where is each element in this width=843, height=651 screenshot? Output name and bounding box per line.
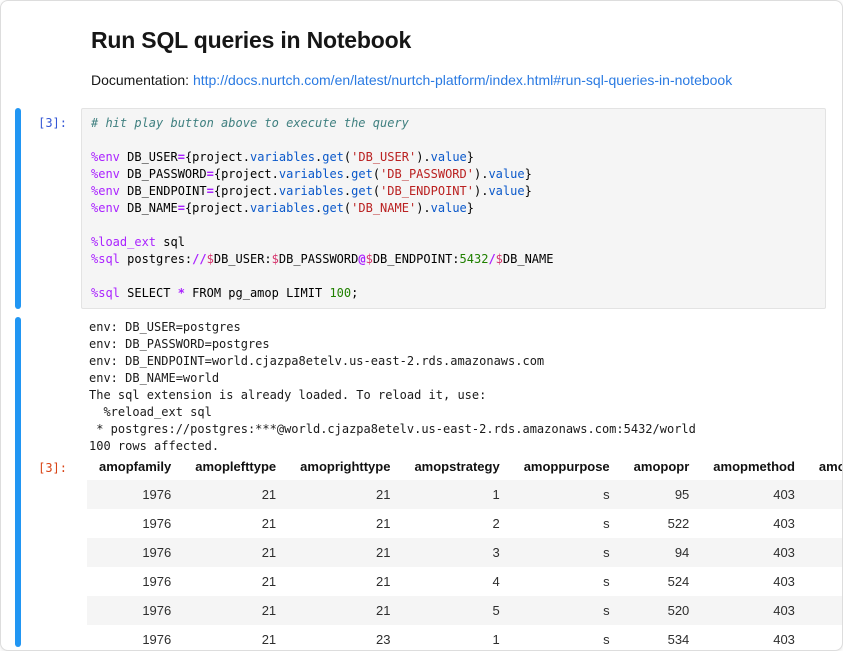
table-cell: 3 (402, 538, 511, 567)
code-line: # hit play button above to execute the q… (91, 115, 816, 132)
table-cell: s (512, 567, 622, 596)
table-row: 197621213s944030 (87, 538, 842, 567)
table-row: 197621211s954030 (87, 480, 842, 509)
table-cell: 21 (183, 596, 288, 625)
table-cell: 5 (402, 596, 511, 625)
table-row: 197621215s5204030 (87, 596, 842, 625)
table-cell: 0 (807, 509, 842, 538)
table-cell: 1 (402, 480, 511, 509)
table-cell: 0 (807, 567, 842, 596)
table-cell: s (512, 538, 622, 567)
table-cell: 1976 (87, 538, 183, 567)
output-prompt: [3]: (21, 455, 81, 475)
table-cell: 1976 (87, 567, 183, 596)
table-cell: 403 (701, 567, 807, 596)
column-header: amopstrategy (402, 455, 511, 480)
code-cell: [3]: # hit play button above to execute … (1, 108, 842, 309)
table-cell: 1976 (87, 596, 183, 625)
table-cell: 21 (183, 625, 288, 647)
table-cell: 21 (288, 596, 402, 625)
table-cell: 524 (622, 567, 702, 596)
documentation-label: Documentation: (91, 72, 193, 88)
table-cell: 21 (183, 480, 288, 509)
table-row: 197621212s5224030 (87, 509, 842, 538)
code-line (91, 217, 816, 234)
table-cell: 21 (288, 538, 402, 567)
column-header: amopopr (622, 455, 702, 480)
table-cell: 21 (288, 509, 402, 538)
table-cell: 0 (807, 596, 842, 625)
code-line: %env DB_PASSWORD={project.variables.get(… (91, 166, 816, 183)
table-cell: 403 (701, 538, 807, 567)
table-cell: 534 (622, 625, 702, 647)
table-cell: 21 (183, 538, 288, 567)
code-line: %sql postgres://$DB_USER:$DB_PASSWORD@$D… (91, 251, 816, 268)
table-cell: 94 (622, 538, 702, 567)
documentation-line: Documentation: http://docs.nurtch.com/en… (91, 72, 826, 88)
table-cell: 403 (701, 625, 807, 647)
output-body: env: DB_USER=postgres env: DB_PASSWORD=p… (21, 317, 842, 647)
result-table: amopfamilyamoplefttypeamoprighttypeamops… (87, 455, 842, 647)
code-line: %sql SELECT * FROM pg_amop LIMIT 100; (91, 285, 816, 302)
documentation-link[interactable]: http://docs.nurtch.com/en/latest/nurtch-… (193, 72, 732, 88)
code-line: %env DB_USER={project.variables.get('DB_… (91, 149, 816, 166)
table-cell: 21 (183, 567, 288, 596)
table-cell: 21 (288, 480, 402, 509)
table-row: 197621214s5244030 (87, 567, 842, 596)
table-cell: s (512, 596, 622, 625)
table-cell: 1976 (87, 625, 183, 647)
notebook-page: Run SQL queries in Notebook Documentatio… (0, 0, 843, 651)
code-line (91, 268, 816, 285)
table-cell: 403 (701, 596, 807, 625)
column-header: amoprighttype (288, 455, 402, 480)
column-header: amopfamily (87, 455, 183, 480)
table-cell: 1976 (87, 509, 183, 538)
table-row: 197621231s5344030 (87, 625, 842, 647)
table-cell: 403 (701, 509, 807, 538)
output-cell: env: DB_USER=postgres env: DB_PASSWORD=p… (1, 317, 842, 647)
table-cell: s (512, 480, 622, 509)
column-header: amoppurpose (512, 455, 622, 480)
table-cell: 0 (807, 625, 842, 647)
code-line (91, 132, 816, 149)
column-header: amopmethod (701, 455, 807, 480)
table-cell: 23 (288, 625, 402, 647)
column-header: amopsortfamily (807, 455, 842, 480)
page-title: Run SQL queries in Notebook (91, 27, 826, 54)
table-cell: 21 (288, 567, 402, 596)
code-line: %env DB_ENDPOINT={project.variables.get(… (91, 183, 816, 200)
table-cell: 0 (807, 480, 842, 509)
table-cell: 520 (622, 596, 702, 625)
result-row: [3]: amopfamilyamoplefttypeamoprighttype… (21, 455, 842, 647)
table-cell: 21 (183, 509, 288, 538)
table-cell: 1 (402, 625, 511, 647)
table-cell: 0 (807, 538, 842, 567)
table-cell: 2 (402, 509, 511, 538)
stdout-text: env: DB_USER=postgres env: DB_PASSWORD=p… (89, 319, 826, 455)
input-prompt: [3]: (21, 108, 81, 309)
table-cell: s (512, 625, 622, 647)
table-cell: 403 (701, 480, 807, 509)
table-cell: s (512, 509, 622, 538)
table-header-row: amopfamilyamoplefttypeamoprighttypeamops… (87, 455, 842, 480)
code-line: %env DB_NAME={project.variables.get('DB_… (91, 200, 816, 217)
code-editor[interactable]: # hit play button above to execute the q… (81, 108, 826, 309)
table-cell: 95 (622, 480, 702, 509)
table-cell: 1976 (87, 480, 183, 509)
column-header: amoplefttype (183, 455, 288, 480)
table-cell: 522 (622, 509, 702, 538)
code-line: %load_ext sql (91, 234, 816, 251)
table-cell: 4 (402, 567, 511, 596)
